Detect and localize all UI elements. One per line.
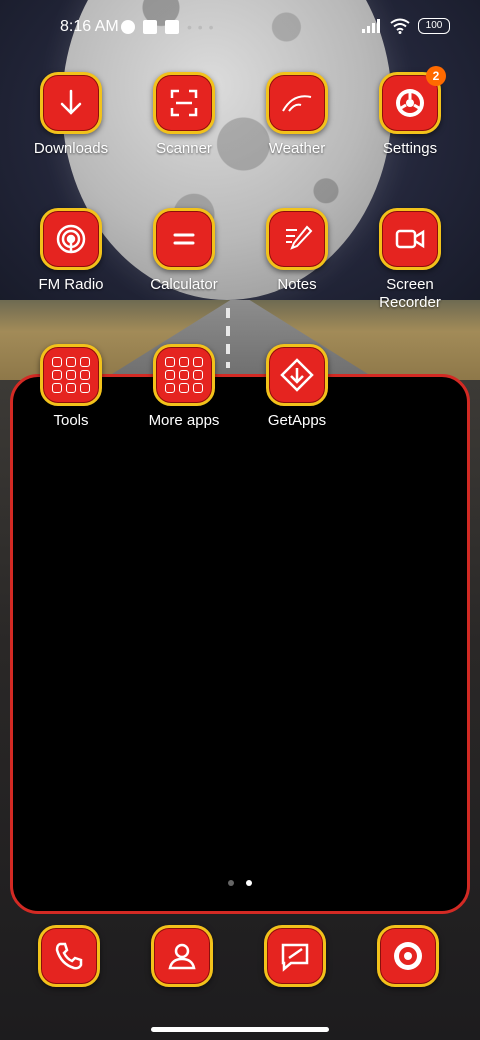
- app-downloads[interactable]: Downloads: [19, 72, 123, 158]
- dock-phone[interactable]: [38, 925, 100, 987]
- page-dot-active[interactable]: [246, 880, 252, 886]
- battery-icon: 100: [418, 18, 450, 34]
- overflow-dots: • • •: [187, 19, 215, 35]
- app-scanner[interactable]: Scanner: [132, 72, 236, 158]
- page-indicator: [228, 880, 252, 886]
- folder-grid-icon: [40, 344, 102, 406]
- weather-curve-icon: [266, 72, 328, 134]
- radio-broadcast-icon: [40, 208, 102, 270]
- page-dot[interactable]: [228, 880, 234, 886]
- app-getapps[interactable]: GetApps: [245, 344, 349, 430]
- contact-person-icon: [151, 925, 213, 987]
- app-label: GetApps: [267, 412, 327, 429]
- folder-tools[interactable]: Tools: [19, 344, 123, 430]
- phone-icon: [38, 925, 100, 987]
- video-camera-icon: [379, 208, 441, 270]
- alert-notification-icon: [165, 20, 179, 34]
- app-label: Screen Recorder: [379, 276, 441, 311]
- wifi-icon: [390, 18, 410, 34]
- home-indicator[interactable]: [151, 1027, 329, 1032]
- signal-icon: [362, 19, 380, 33]
- app-notification-icon: [121, 20, 135, 34]
- app-calculator[interactable]: Calculator: [132, 208, 236, 294]
- app-label: Tools: [53, 412, 89, 429]
- app-screen-recorder[interactable]: Screen Recorder: [358, 208, 462, 312]
- gear-icon: 2: [379, 66, 446, 134]
- status-bar: 8:16 AM • • • 100: [0, 0, 480, 56]
- status-time: 8:16 AM: [60, 18, 119, 35]
- message-bubble-icon: [264, 925, 326, 987]
- app-fm-radio[interactable]: FM Radio: [19, 208, 123, 294]
- app-label: Scanner: [156, 140, 212, 157]
- camera-lens-icon: [377, 925, 439, 987]
- app-label: Calculator: [150, 276, 218, 293]
- app-label: Settings: [382, 140, 438, 157]
- equals-icon: [153, 208, 215, 270]
- scan-frame-icon: [153, 72, 215, 134]
- widget-panel[interactable]: [10, 374, 470, 914]
- notification-badge: 2: [426, 66, 446, 86]
- folder-more-apps[interactable]: More apps: [132, 344, 236, 430]
- pencil-note-icon: [266, 208, 328, 270]
- dock-contacts[interactable]: [151, 925, 213, 987]
- folder-grid-icon: [153, 344, 215, 406]
- app-settings[interactable]: 2 Settings: [358, 66, 462, 158]
- dock-messages[interactable]: [264, 925, 326, 987]
- app-weather[interactable]: Weather: [245, 72, 349, 158]
- app-label: More apps: [148, 412, 220, 429]
- dock-camera[interactable]: [377, 925, 439, 987]
- store-arrow-icon: [266, 344, 328, 406]
- app-label: Weather: [268, 140, 326, 157]
- app-label: Downloads: [33, 140, 109, 157]
- app-notes[interactable]: Notes: [245, 208, 349, 294]
- square-notification-icon: [143, 20, 157, 34]
- app-label: FM Radio: [38, 276, 104, 293]
- app-label: Notes: [277, 276, 317, 293]
- download-arrow-icon: [40, 72, 102, 134]
